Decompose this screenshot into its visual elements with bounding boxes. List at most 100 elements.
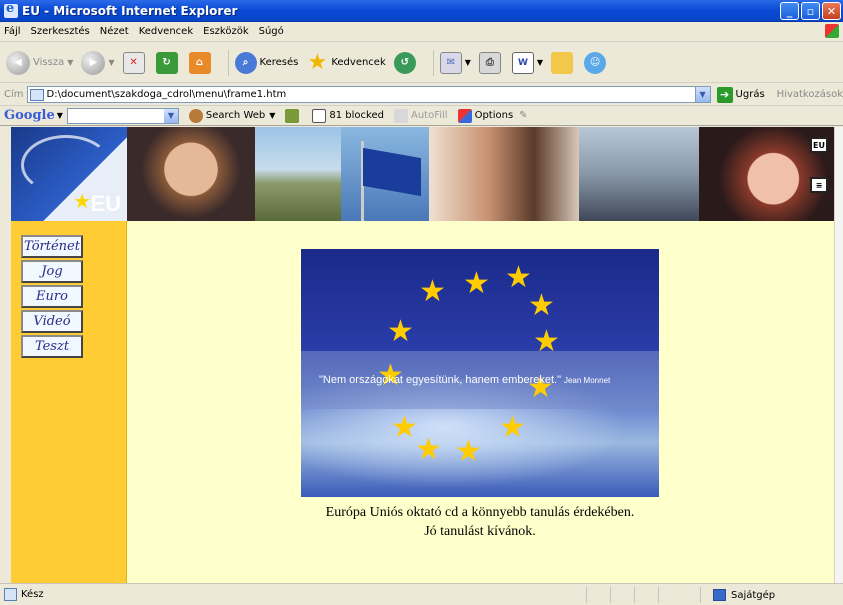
banner-photo-boy: [127, 127, 255, 221]
pagerank-icon: [285, 108, 300, 123]
address-dropdown-icon[interactable]: ▼: [694, 87, 710, 102]
autofill-icon: [394, 108, 408, 123]
google-search-input[interactable]: ▼: [66, 107, 179, 124]
edit-dropdown-icon[interactable]: ▼: [537, 58, 543, 67]
back-arrow-icon: ◀: [6, 50, 30, 75]
search-web-button[interactable]: Search Web ▼: [188, 108, 275, 123]
banner-photo-girl: EU ≡: [699, 127, 834, 221]
google-search-dropdown-icon[interactable]: ▼: [163, 108, 178, 123]
minimize-button[interactable]: _: [780, 2, 799, 20]
document-icon[interactable]: ≡: [810, 177, 828, 193]
eu-logo: ★ EU: [11, 127, 127, 221]
forward-arrow-icon: ▶: [81, 50, 106, 75]
menu-favorites[interactable]: Kedvencek: [139, 26, 193, 37]
search-button[interactable]: ⌕ Keresés: [234, 51, 298, 74]
quote-author: Jean Monnet: [563, 376, 611, 385]
mail-dropdown-icon[interactable]: ▼: [465, 58, 471, 67]
autofill-label: AutoFill: [411, 110, 448, 121]
mail-button[interactable]: ✉ ▼: [439, 51, 471, 74]
forward-button[interactable]: ▶ ▼: [81, 50, 115, 75]
address-bar: Cím D:\document\szakdoga_cdrol\menu\fram…: [0, 84, 843, 106]
page-icon: [29, 88, 44, 101]
logo-text: EU: [90, 191, 121, 216]
links-button[interactable]: Hivatkozások: [777, 89, 843, 100]
banner-photo-building: [579, 127, 699, 221]
star-icon: ★: [455, 434, 482, 469]
home-button[interactable]: ⌂: [188, 51, 214, 74]
maximize-button[interactable]: ▫: [801, 2, 820, 20]
left-nav: Történet Jog Euro Videó Teszt: [11, 221, 127, 583]
google-menu-icon[interactable]: ▼: [57, 111, 63, 120]
star-icon: ★: [391, 410, 418, 445]
caption-line-1: Európa Uniós oktató cd a könnyebb tanulá…: [325, 505, 635, 520]
banner-photo-flag: [341, 127, 429, 221]
menu-help[interactable]: Súgó: [259, 26, 284, 37]
options-label: Options: [474, 110, 514, 121]
toolbar-separator: [227, 49, 229, 76]
search-web-dropdown-icon[interactable]: ▼: [269, 111, 275, 120]
print-button[interactable]: ⎙: [478, 51, 504, 74]
caption-line-2: Jó tanulást kívánok.: [424, 524, 536, 539]
favorites-button[interactable]: ★ Kedvencek: [306, 50, 386, 75]
go-label: Ugrás: [735, 89, 765, 100]
vertical-scrollbar[interactable]: [834, 127, 843, 583]
google-logo[interactable]: Google: [4, 108, 55, 123]
address-input[interactable]: D:\document\szakdoga_cdrol\menu\frame1.h…: [26, 86, 711, 103]
refresh-button[interactable]: ↻: [155, 51, 181, 74]
popup-blocker-icon: [312, 108, 327, 123]
pagerank-button[interactable]: [285, 108, 302, 123]
google-toolbar: Google ▼ ▼ Search Web ▼ 81 blocked AutoF…: [0, 106, 843, 126]
autofill-button[interactable]: AutoFill: [394, 108, 448, 123]
stop-button[interactable]: ✕: [122, 51, 148, 74]
nav-tortenet[interactable]: Történet: [21, 235, 83, 258]
star-icon: ★: [528, 288, 555, 323]
search-web-label: Search Web: [205, 110, 266, 121]
back-dropdown-icon[interactable]: ▼: [67, 58, 73, 67]
zone-label: Sajátgép: [731, 589, 776, 601]
star-icon: ★: [307, 50, 328, 75]
forward-dropdown-icon[interactable]: ▼: [108, 58, 114, 67]
binoculars-icon: [188, 108, 203, 123]
address-label: Cím: [4, 89, 24, 100]
star-icon: ★: [415, 432, 442, 467]
close-button[interactable]: ✕: [822, 2, 841, 20]
nav-jog[interactable]: Jog: [21, 260, 83, 283]
folder-icon: [551, 51, 574, 74]
eu-book-icon[interactable]: EU: [810, 137, 828, 153]
messenger-button[interactable]: ☺: [584, 51, 609, 74]
star-icon: ★: [533, 324, 560, 359]
window-title: EU - Microsoft Internet Explorer: [22, 3, 238, 18]
menu-file[interactable]: Fájl: [4, 26, 21, 37]
nav-video[interactable]: Videó: [21, 310, 83, 333]
nav-euro[interactable]: Euro: [21, 285, 83, 308]
pencil-icon[interactable]: ✎: [519, 110, 527, 121]
folder-button[interactable]: [551, 51, 576, 74]
popup-blocker-button[interactable]: 81 blocked: [312, 108, 384, 123]
menu-edit[interactable]: Szerkesztés: [31, 26, 90, 37]
stop-icon: ✕: [122, 51, 145, 74]
windows-flag-icon: [825, 24, 839, 38]
address-url: D:\document\szakdoga_cdrol\menu\frame1.h…: [46, 89, 287, 100]
printer-icon: ⎙: [478, 51, 501, 74]
home-icon: ⌂: [188, 51, 211, 74]
go-button[interactable]: ➔ Ugrás: [716, 86, 765, 103]
status-text: Kész: [21, 589, 44, 600]
banner-photo-handshake: [429, 127, 579, 221]
nav-teszt[interactable]: Teszt: [21, 335, 83, 358]
edit-button[interactable]: W ▼: [511, 51, 543, 74]
banner-photo-field: [255, 127, 341, 221]
menu-tools[interactable]: Eszközök: [203, 26, 249, 37]
security-zone: Sajátgép: [700, 587, 775, 603]
back-button[interactable]: ◀ Vissza ▼: [6, 50, 73, 75]
history-button[interactable]: ↺: [393, 51, 419, 74]
back-label: Vissza: [33, 57, 65, 68]
eu-flag-image: ★ ★ ★ ★ ★ ★ ★ ★ ★ ★ ★ ★ "Nem országokat …: [301, 249, 659, 497]
star-icon: ★: [499, 410, 526, 445]
mail-icon: ✉: [439, 51, 462, 74]
monnet-quote: "Nem országokat egyesítünk, hanem embere…: [319, 374, 610, 386]
menu-view[interactable]: Nézet: [100, 26, 129, 37]
options-button[interactable]: Options ✎: [457, 108, 528, 123]
refresh-icon: ↻: [155, 51, 178, 74]
favorites-label: Kedvencek: [331, 57, 386, 68]
page-viewport: ★ EU EU ≡ Történet Jog Euro Videó Teszt …: [11, 127, 834, 583]
